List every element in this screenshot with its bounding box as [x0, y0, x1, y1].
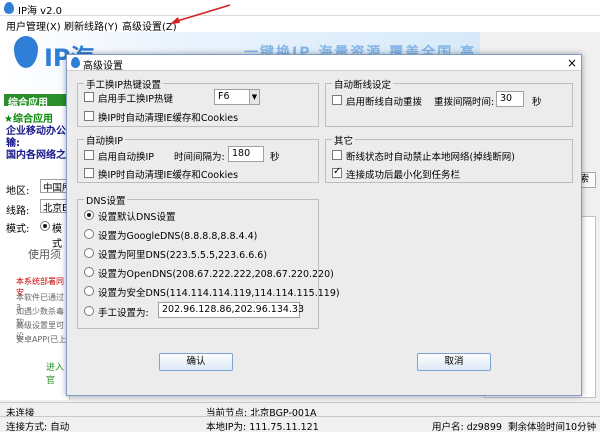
offline-block-network-label: 断线状态时自动禁止本地网络(掉线断网) [346, 152, 515, 163]
dns-group-title: DNS设置 [84, 193, 128, 207]
dialog-titlebar: 高级设置 × [67, 55, 581, 72]
dns-google-radio[interactable] [84, 229, 94, 239]
hotkey-group-title: 手工换IP热键设置 [84, 77, 164, 91]
auto-ip-unit: 秒 [270, 152, 280, 163]
minimize-to-tray-checkbox[interactable] [332, 166, 342, 178]
hotkey-group: 手工换IP热键设置 启用手工换IP热键 F6 ▼ 换IP时自动清理IE缓存和Co… [77, 77, 319, 127]
status-bar-bottom: 连接方式: 自动 本地IP为: 111.75.11.121 用户名: dz989… [0, 416, 600, 432]
panel-header: 综合应用 [4, 94, 68, 109]
hotkey-enable-label: 启用手工换IP热键 [98, 94, 174, 105]
dns-safe-radio[interactable] [84, 286, 94, 296]
mode-radio[interactable] [40, 221, 50, 231]
dns-manual-radio[interactable] [84, 306, 94, 316]
chevron-down-icon: ▼ [249, 90, 259, 104]
region-select[interactable]: 中国所 [40, 179, 68, 193]
reconnect-group-title: 自动断线设定 [332, 77, 394, 91]
hotkey-enable-checkbox[interactable] [84, 92, 94, 102]
confirm-button[interactable]: 确认 [159, 353, 233, 371]
auto-ip-interval-label: 时间间隔为: [174, 152, 225, 163]
other-group-title: 其它 [332, 133, 356, 147]
dns-ali-label: 设置为阿里DNS(223.5.5.5,223.6.6.6) [98, 250, 268, 261]
hotkey-clear-checkbox[interactable] [84, 111, 94, 121]
app-logo-icon [4, 2, 14, 14]
usage-title: 使用须 [28, 248, 61, 261]
auto-ip-group: 自动换IP 启用自动换IP 时间间隔为: 180 秒 换IP时自动清理IE缓存和… [77, 133, 319, 183]
menu-user-management[interactable]: 用户管理(X) [6, 18, 61, 33]
dialog-title: 高级设置 [83, 61, 123, 72]
dns-manual-input[interactable]: 202.96.128.86,202.96.134.33 [158, 302, 304, 318]
region-label: 地区: [6, 186, 30, 197]
mode-label: 模式: [6, 224, 30, 235]
panel-blue-line-3: 国内各网络之 [6, 150, 66, 161]
left-panel: 综合应用 ★综合应用 企业移动办公 输: 国内各网络之 地区: 中国所 线路: … [0, 90, 70, 400]
hotkey-clear-label: 换IP时自动清理IE缓存和Cookies [98, 113, 239, 124]
minimize-to-tray-label: 连接成功后最小化到任务栏 [346, 170, 461, 181]
line-select[interactable]: 北京BG [40, 199, 68, 213]
dialog-logo-icon [71, 57, 80, 68]
reconnect-group: 自动断线设定 启用断线自动重拨 重拨间隔时间: 30 秒 [325, 77, 573, 127]
advanced-settings-dialog: 高级设置 × 手工换IP热键设置 启用手工换IP热键 F6 ▼ 换IP时自动清理… [66, 54, 582, 396]
reconnect-enable-label: 启用断线自动重拨 [346, 97, 423, 108]
status-bar-top: 未连接 当前节点: 北京BGP-001A [0, 402, 600, 419]
close-icon[interactable]: × [565, 57, 579, 69]
reconnect-unit: 秒 [532, 97, 542, 108]
auto-ip-clear-checkbox[interactable] [84, 168, 94, 178]
dns-open-label: 设置为OpenDNS(208.67.222.222,208.67.220.220… [98, 269, 334, 280]
menu-refresh-lines[interactable]: 刷新线路(Y) [64, 18, 118, 33]
connect-mode: 连接方式: 自动 [6, 422, 70, 432]
local-ip: 本地IP为: 111.75.11.121 [206, 422, 319, 432]
dns-group: DNS设置 设置默认DNS设置 设置为GoogleDNS(8.8.8.8,8.8… [77, 193, 340, 329]
dns-google-label: 设置为GoogleDNS(8.8.8.8,8.8.4.4) [98, 231, 258, 242]
line-label: 线路: [6, 206, 30, 217]
window-titlebar: IP海 v2.0 [0, 0, 600, 17]
dns-manual-label: 手工设置为: [98, 308, 149, 319]
red-arrow-annotation [170, 4, 231, 24]
dns-default-label: 设置默认DNS设置 [98, 212, 176, 223]
water-drop-icon [14, 36, 38, 68]
hotkey-select[interactable]: F6 ▼ [214, 89, 260, 105]
menu-bar: 用户管理(X) 刷新线路(Y) 高级设置(Z) [0, 16, 600, 33]
cancel-button[interactable]: 取消 [417, 353, 491, 371]
username: 用户名: dz9899 [432, 422, 502, 432]
remaining-time: 剩余体验时间10分钟 [508, 422, 597, 432]
dns-default-radio[interactable] [84, 210, 94, 220]
auto-ip-enable-checkbox[interactable] [84, 150, 94, 160]
auto-ip-clear-label: 换IP时自动清理IE缓存和Cookies [98, 170, 239, 181]
auto-ip-interval-input[interactable]: 180 [228, 146, 264, 162]
dns-ali-radio[interactable] [84, 248, 94, 258]
other-group: 其它 断线状态时自动禁止本地网络(掉线断网) 连接成功后最小化到任务栏 [325, 133, 573, 183]
reconnect-enable-checkbox[interactable] [332, 95, 342, 105]
dns-safe-label: 设置为安全DNS(114.114.114.119,114.114.115.119… [98, 288, 340, 299]
dns-open-radio[interactable] [84, 267, 94, 277]
note-4: 安卓APP(已上 [16, 335, 67, 344]
auto-ip-group-title: 自动换IP [84, 133, 126, 147]
window-title: IP海 v2.0 [18, 6, 62, 17]
reconnect-interval-input[interactable]: 30 [496, 91, 524, 107]
auto-ip-enable-label: 启用自动换IP [98, 152, 155, 163]
offline-block-network-checkbox[interactable] [332, 150, 342, 160]
reconnect-interval-label: 重拨间隔时间: [434, 97, 495, 108]
hotkey-value: F6 [218, 91, 230, 102]
